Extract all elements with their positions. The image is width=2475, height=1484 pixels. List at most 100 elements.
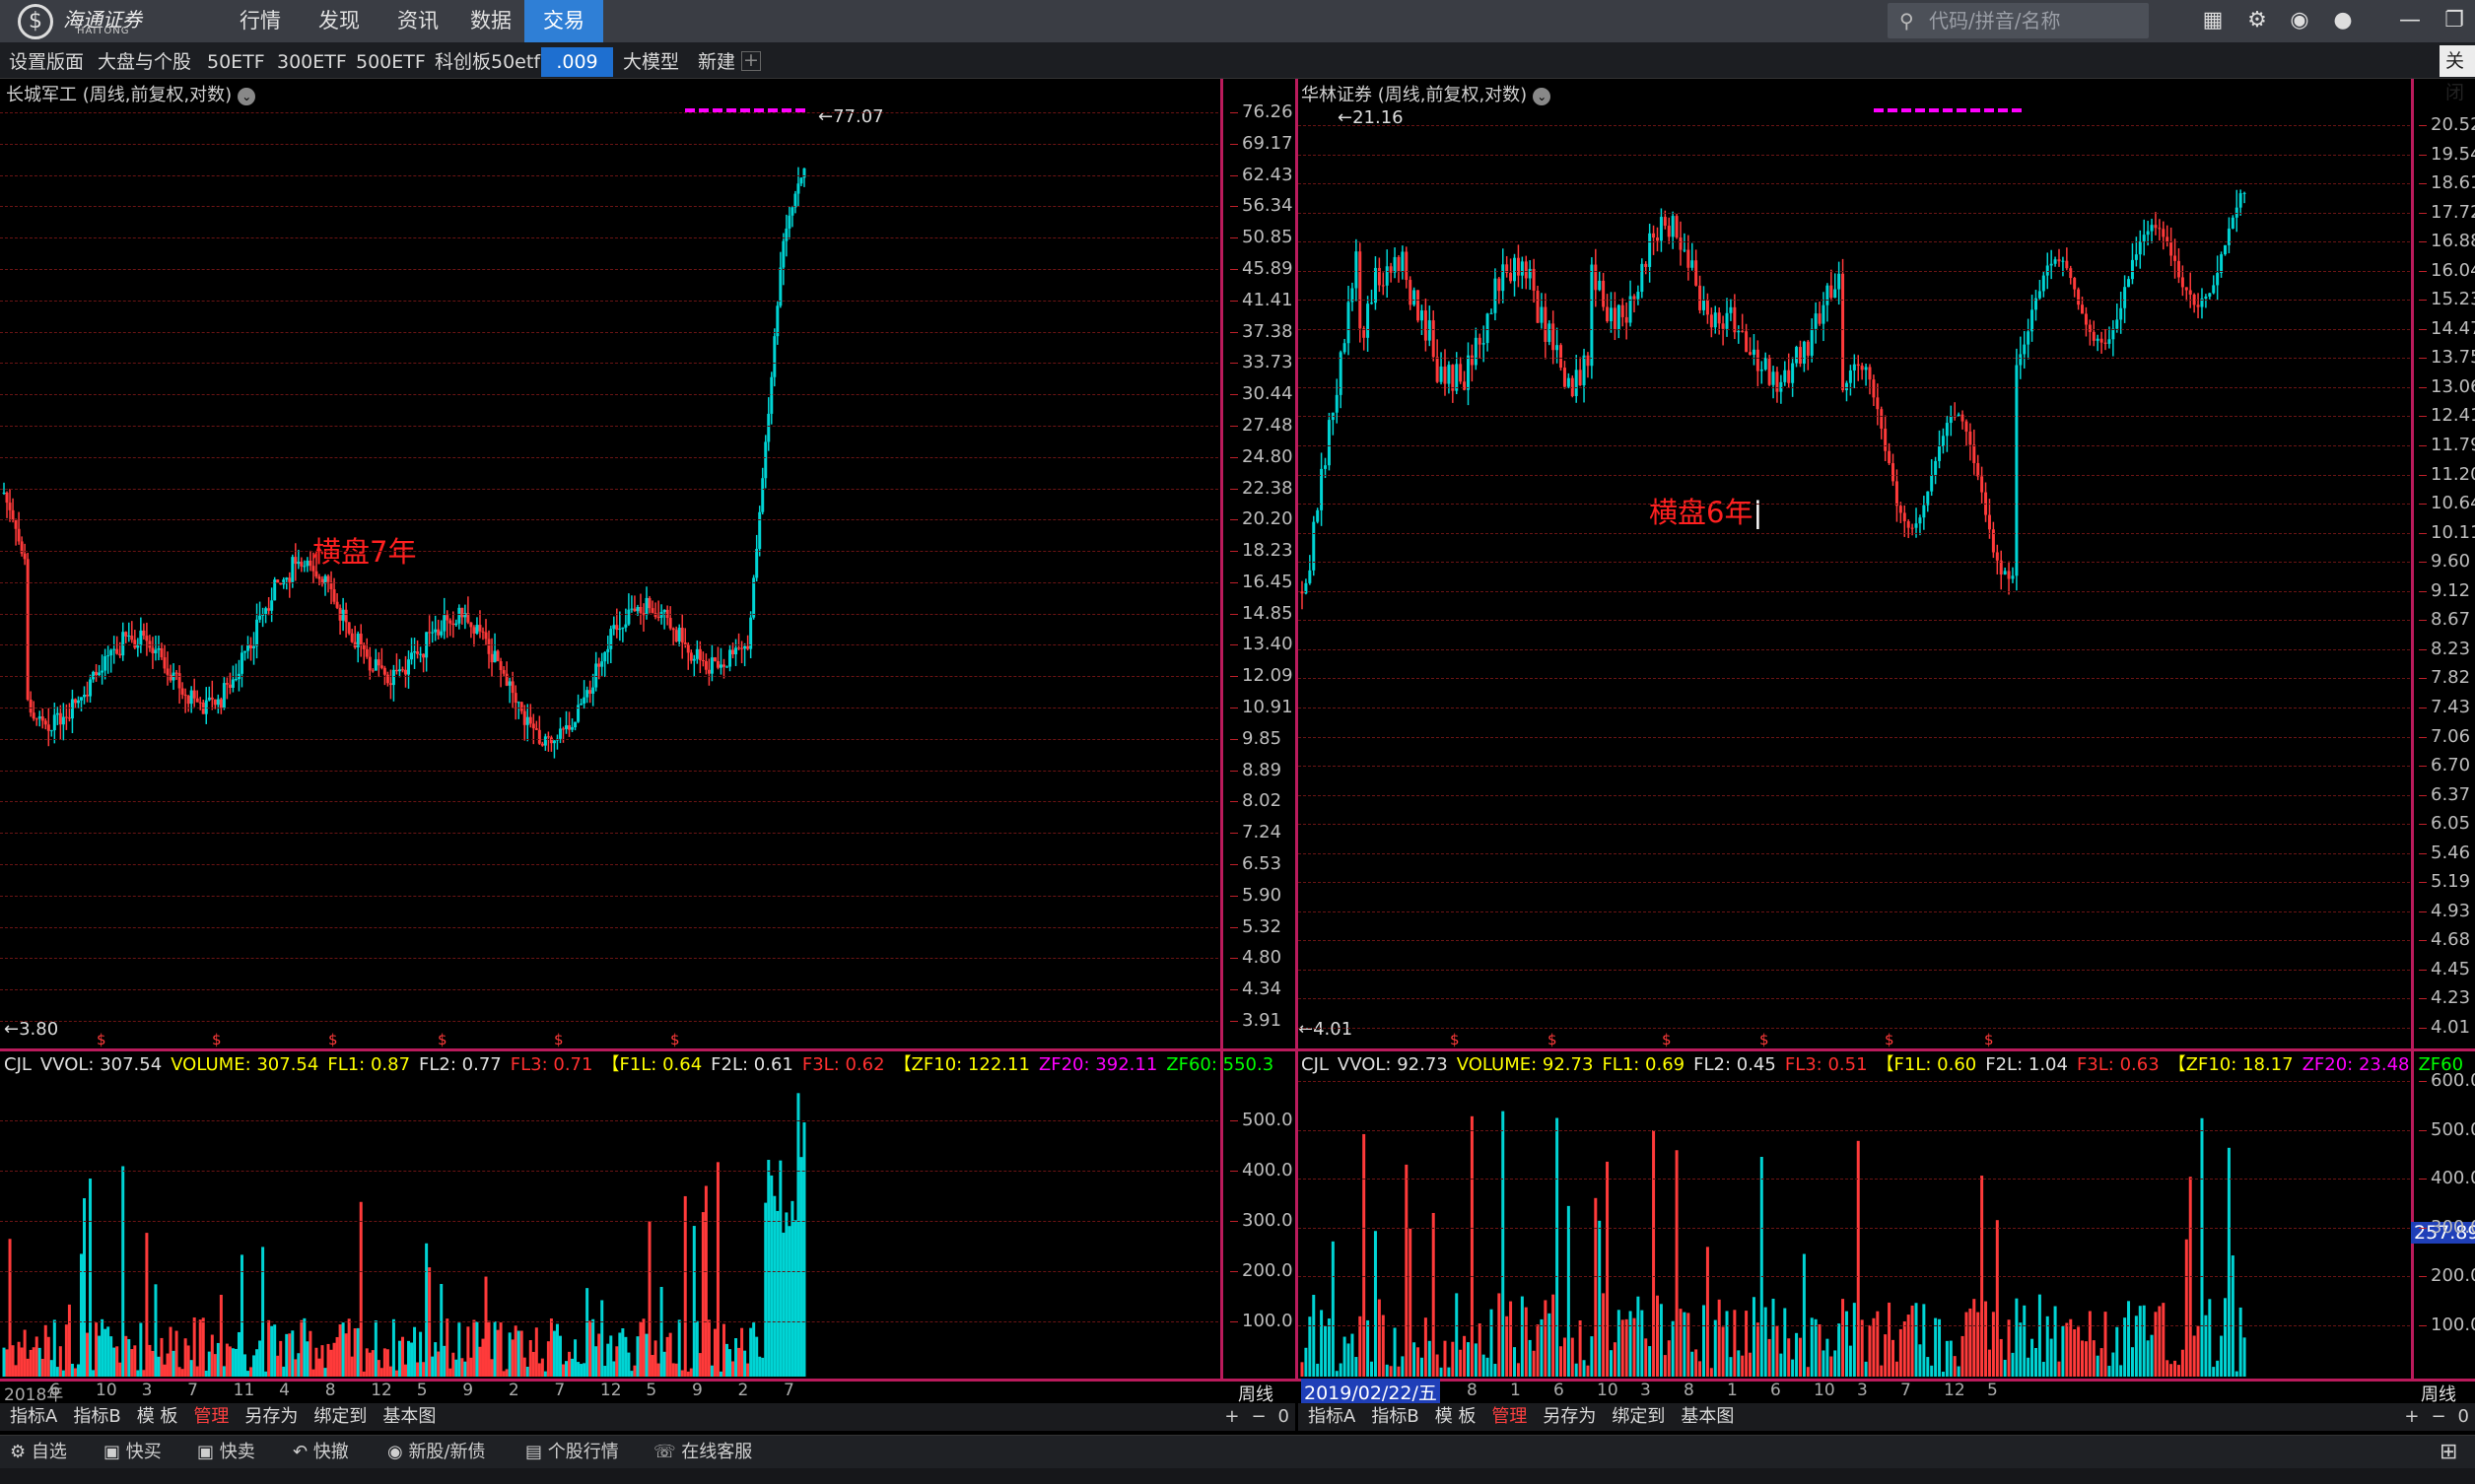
left-volume-bar — [67, 1304, 71, 1377]
menu-trade[interactable]: 交易 — [524, 0, 603, 42]
zoom-control-0[interactable]: + — [2404, 1406, 2419, 1427]
menu-discover[interactable]: 发现 — [309, 0, 370, 42]
tab-market-stocks[interactable]: 大盘与个股 — [98, 47, 191, 77]
zoom-control-1[interactable]: − — [1251, 1406, 1266, 1427]
add-tab-button[interactable]: + — [741, 51, 761, 71]
nav-quick-cancel[interactable]: ↶ 快撤 — [293, 1436, 349, 1469]
right-volume-bar — [1755, 1322, 1759, 1377]
right-volume-bar — [1745, 1311, 1749, 1377]
globe-icon[interactable]: ◉ — [2285, 6, 2314, 35]
left-toolbar-2[interactable]: 模 板 — [137, 1406, 178, 1427]
left-volume-bar — [279, 1340, 283, 1377]
right-signal-marker — [1998, 108, 2008, 112]
zoom-control-2[interactable]: 0 — [1278, 1406, 1289, 1427]
left-candlestick-chart — [2, 108, 806, 759]
right-candle-body — [2169, 242, 2173, 256]
right-candle-body — [1470, 355, 1474, 366]
left-volume-bar — [58, 1346, 62, 1377]
right-gridline — [1298, 183, 2410, 185]
left-toolbar-6[interactable]: 基本图 — [382, 1406, 436, 1427]
right-toolbar-4[interactable]: 另存为 — [1543, 1406, 1596, 1427]
right-volume-bar — [1586, 1365, 1590, 1377]
left-candle-body — [416, 651, 420, 654]
left-indicator-bar[interactable]: CJL VVOL: 307.54 VOLUME: 307.54 FL1: 0.87 FL… — [4, 1050, 1282, 1076]
right-candle-body — [1562, 368, 1566, 387]
right-toolbar-5[interactable]: 绑定到 — [1612, 1406, 1665, 1427]
right-candle-body — [1702, 300, 1706, 310]
tab-star50etf[interactable]: 科创板50etf — [435, 47, 540, 77]
left-toolbar-1[interactable]: 指标B — [73, 1406, 120, 1427]
right-toolbar-1[interactable]: 指标B — [1371, 1406, 1418, 1427]
right-toolbar-0[interactable]: 指标A — [1308, 1406, 1355, 1427]
left-candle-body — [591, 687, 595, 694]
zoom-control-2[interactable]: 0 — [2458, 1406, 2469, 1427]
left-volume-bar — [722, 1323, 725, 1377]
tab-009[interactable]: .009 — [541, 47, 613, 77]
left-volume-bar — [662, 1351, 666, 1377]
left-toolbar-4[interactable]: 另存为 — [244, 1406, 298, 1427]
left-candle-body — [127, 636, 131, 638]
app-logo[interactable]: $ 海通证券 HAITONG — [18, 4, 166, 39]
tab-50etf[interactable]: 50ETF — [207, 47, 265, 77]
right-toolbar-6[interactable]: 基本图 — [1681, 1406, 1734, 1427]
tab-layout-settings[interactable]: 设置版面 — [9, 47, 84, 77]
chat-icon[interactable]: ● — [2328, 6, 2358, 35]
zoom-control-1[interactable]: − — [2431, 1406, 2445, 1427]
menu-news[interactable]: 资讯 — [387, 0, 448, 42]
tab-500etf[interactable]: 500ETF — [356, 47, 426, 77]
left-volume-bar — [240, 1254, 243, 1377]
right-signal-marker — [1915, 108, 1925, 112]
left-volume-bar — [776, 1210, 780, 1377]
tab-large-model[interactable]: 大模型 — [623, 47, 679, 77]
right-volume-bar — [1880, 1365, 1884, 1377]
nav-ipo[interactable]: ◉ 新股/新债 — [387, 1436, 486, 1469]
nav-watchlist[interactable]: ⚙ 自选 — [10, 1436, 67, 1469]
right-indicator-bar[interactable]: CJL VVOL: 92.73 VOLUME: 92.73 FL1: 0.69 FL2:… — [1301, 1050, 2472, 1076]
nav-quick-sell[interactable]: ▣ 快卖 — [197, 1436, 255, 1469]
left-toolbar-3[interactable]: 管理 — [193, 1406, 229, 1427]
gear-icon[interactable]: ⚙ — [2242, 6, 2272, 35]
restore-icon[interactable]: ❐ — [2440, 6, 2469, 35]
right-gridline — [1298, 386, 2410, 388]
left-candle-body — [534, 728, 538, 730]
right-toolbar-3[interactable]: 管理 — [1491, 1406, 1527, 1427]
right-zoom-controls[interactable]: + −0 — [2392, 1403, 2469, 1431]
left-candle-body — [207, 697, 211, 701]
nav-quick-buy[interactable]: ▣ 快买 — [103, 1436, 162, 1469]
right-candle-body — [2184, 287, 2188, 291]
tab-new[interactable]: 新建 — [698, 47, 735, 77]
right-event-marker: $ — [1885, 1031, 1894, 1048]
nav-stock-quotes[interactable]: ▤ 个股行情 — [525, 1436, 619, 1469]
left-volume-bar — [382, 1348, 386, 1377]
left-volume-bar — [350, 1356, 354, 1377]
left-candle-body — [761, 478, 765, 512]
left-toolbar-5[interactable]: 绑定到 — [313, 1406, 367, 1427]
minimize-icon[interactable]: — — [2395, 6, 2425, 35]
search-input[interactable]: ⚲ 代码/拼音/名称 — [1888, 3, 2149, 38]
left-volume-bar — [338, 1324, 342, 1377]
left-volume-bar — [103, 1328, 107, 1377]
close-button[interactable]: 关闭 — [2440, 45, 2475, 103]
menu-data[interactable]: 数据 — [460, 0, 521, 42]
grid-icon[interactable]: ▦ — [2198, 6, 2228, 35]
left-volume-bar — [216, 1342, 220, 1377]
left-gridline — [0, 268, 1218, 270]
left-toolbar-0[interactable]: 指标A — [10, 1406, 57, 1427]
left-candle-body — [692, 658, 696, 661]
left-gridline — [0, 738, 1218, 740]
right-volume-bar — [2103, 1312, 2107, 1377]
right-volume-bar — [1431, 1212, 1435, 1377]
left-zoom-controls[interactable]: + −0 — [1212, 1403, 1289, 1431]
left-volume-bar — [207, 1351, 211, 1377]
nav-online-service[interactable]: ☏ 在线客服 — [653, 1436, 752, 1469]
add-icon[interactable]: ⊞ — [2440, 1436, 2457, 1469]
menu-quotes[interactable]: 行情 — [230, 0, 291, 42]
left-indicator-value: VOLUME: 307.54 — [171, 1054, 319, 1075]
tab-300etf[interactable]: 300ETF — [277, 47, 347, 77]
zoom-control-0[interactable]: + — [1224, 1406, 1239, 1427]
right-toolbar-2[interactable]: 模 板 — [1435, 1406, 1477, 1427]
right-volume-bar — [1346, 1343, 1350, 1377]
left-candle-body — [5, 492, 9, 504]
bottom-scrollbar[interactable] — [0, 1468, 2475, 1484]
left-volume-bar — [234, 1348, 238, 1377]
